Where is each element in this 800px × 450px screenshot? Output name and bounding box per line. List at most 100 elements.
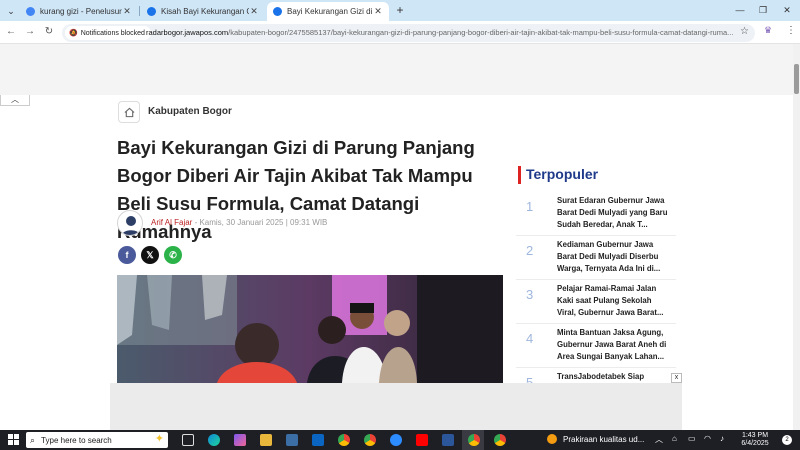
popular-headline[interactable]: Surat Edaran Gubernur Jawa Barat Dedi Mu…: [557, 195, 669, 231]
youtube-icon[interactable]: [416, 434, 428, 446]
menu-kebab-icon[interactable]: ⋮: [786, 25, 796, 36]
article-byline: Arif Al Fajar - Kamis, 30 Januari 2025 |…: [151, 218, 327, 227]
close-tab-icon[interactable]: ✕: [373, 6, 383, 17]
edge-icon[interactable]: [208, 434, 220, 446]
globe-favicon-icon: [273, 7, 282, 16]
popular-headline[interactable]: Minta Bantuan Jaksa Agung, Gubernur Jawa…: [557, 327, 669, 363]
popular-rank: 3: [526, 287, 534, 302]
home-icon: [124, 107, 134, 117]
share-x-button[interactable]: 𝕏: [141, 246, 159, 264]
author-name[interactable]: Arif Al Fajar: [151, 218, 192, 227]
reload-icon[interactable]: ↻: [42, 25, 56, 39]
taskbar-clock[interactable]: 1:43 PM 6/4/2025: [738, 432, 772, 448]
url-path: /kabupaten-bogor/2475585137/bayi-kekuran…: [228, 28, 734, 37]
tab-search-icon[interactable]: ⌄: [4, 4, 18, 18]
taskbar-search-placeholder: Type here to search: [41, 435, 112, 445]
photo-scene: [117, 275, 503, 383]
popular-rank: 1: [526, 199, 534, 214]
browser-toolbar: ← → ↻ 🔕 Notifications blocked radarbogor…: [0, 21, 800, 44]
popular-item[interactable]: 4 Minta Bantuan Jaksa Agung, Gubernur Ja…: [516, 325, 676, 368]
popular-item[interactable]: 2 Kediaman Gubernur Jawa Barat Dedi Muly…: [516, 237, 676, 280]
url-host: radarbogor.jawapos.com: [146, 28, 229, 37]
file-explorer-icon[interactable]: [260, 434, 272, 446]
minimize-icon[interactable]: —: [733, 3, 747, 17]
weather-text: Prakiraan kualitas ud...: [563, 434, 645, 444]
article-title: Bayi Kekurangan Gizi di Parung Panjang B…: [117, 137, 475, 242]
search-icon: ⌕: [30, 434, 36, 445]
windows-start-icon[interactable]: [8, 434, 20, 446]
tray-network-icon[interactable]: ⌂: [672, 434, 677, 443]
section-accent-bar: [518, 166, 521, 184]
close-ad-button[interactable]: x: [671, 373, 682, 383]
copilot-icon[interactable]: [234, 434, 246, 446]
share-facebook-button[interactable]: f: [118, 246, 136, 264]
weather-sun-icon: [547, 434, 557, 444]
popular-headline[interactable]: Pelajar Ramai-Ramai Jalan Kaki saat Pula…: [557, 283, 669, 319]
home-breadcrumb-button[interactable]: [118, 101, 140, 123]
tab-title: Bayi Kekurangan Gizi di Parung: [287, 7, 373, 16]
tray-wifi-icon[interactable]: ◠: [704, 434, 711, 443]
restore-icon[interactable]: ❐: [756, 3, 770, 17]
copilot-sparkle-icon[interactable]: ✦: [155, 432, 164, 445]
bottom-ad-slot: [110, 383, 682, 430]
tray-volume-icon[interactable]: ♪: [720, 434, 724, 443]
notification-count-badge[interactable]: 2: [782, 435, 792, 445]
page-scrollbar[interactable]: [793, 44, 800, 430]
bookmark-star-icon[interactable]: ☆: [740, 26, 749, 37]
popular-rank: 4: [526, 331, 534, 346]
tray-chevron-up-icon[interactable]: ︿: [655, 434, 663, 445]
facebook-icon: f: [125, 250, 129, 260]
chrome-active-icon[interactable]: [468, 434, 480, 446]
close-tab-icon[interactable]: ✕: [122, 6, 132, 17]
tab-bayi-kekurangan-active[interactable]: Bayi Kekurangan Gizi di Parung ✕: [267, 2, 389, 21]
notifications-blocked-label: Notifications blocked: [80, 29, 145, 37]
popular-headline[interactable]: TransJabodetabek Siap: [557, 371, 669, 383]
forward-icon[interactable]: →: [23, 25, 37, 39]
clock-time: 1:43 PM: [741, 432, 769, 439]
extension-icon[interactable]: ♛: [764, 25, 772, 36]
popular-item[interactable]: 3 Pelajar Ramai-Ramai Jalan Kaki saat Pu…: [516, 281, 676, 324]
whatsapp-icon: ✆: [169, 249, 177, 260]
word-icon[interactable]: [442, 434, 454, 446]
popular-item[interactable]: 1 Surat Edaran Gubernur Jawa Barat Dedi …: [516, 193, 676, 236]
weather-widget[interactable]: Prakiraan kualitas ud...: [547, 434, 644, 444]
share-whatsapp-button[interactable]: ✆: [164, 246, 182, 264]
chrome-icon[interactable]: [338, 434, 350, 446]
publish-date: - Kamis, 30 Januari 2025 | 09:31 WIB: [192, 218, 328, 227]
tab-title: Kisah Bayi Kekurangan Gizi di P: [161, 7, 249, 16]
address-bar[interactable]: 🔕 Notifications blocked radarbogor.jawap…: [62, 24, 755, 42]
store-icon[interactable]: [286, 434, 298, 446]
notifications-blocked-chip[interactable]: 🔕 Notifications blocked: [65, 26, 151, 40]
breadcrumb-category[interactable]: Kabupaten Bogor: [148, 106, 232, 117]
close-tab-icon[interactable]: ✕: [249, 6, 259, 17]
clock-date: 6/4/2025: [741, 440, 769, 447]
tab-google-search[interactable]: kurang gizi - Penelusuran Goog ✕: [20, 2, 138, 21]
back-icon[interactable]: ←: [4, 25, 18, 39]
google-favicon-icon: [26, 7, 35, 16]
tab-strip: ⌄ kurang gizi - Penelusuran Goog ✕ Kisah…: [0, 0, 800, 21]
x-icon: 𝕏: [146, 249, 154, 260]
tab-title: kurang gizi - Penelusuran Goog: [40, 7, 122, 16]
close-window-icon[interactable]: ✕: [780, 3, 794, 17]
author-avatar[interactable]: [117, 210, 143, 236]
collapse-ad-button[interactable]: ︿: [0, 95, 30, 106]
new-tab-button[interactable]: +: [393, 3, 407, 17]
top-ad-slot: [0, 44, 793, 95]
tab-separator: [139, 6, 140, 16]
popular-rank: 2: [526, 243, 534, 258]
chrome-second-icon[interactable]: [494, 434, 506, 446]
outlook-icon[interactable]: [312, 434, 324, 446]
scrollbar-thumb[interactable]: [794, 64, 799, 94]
taskbar-search-box[interactable]: ⌕ Type here to search ✦: [26, 432, 168, 448]
zoom-icon[interactable]: [390, 434, 402, 446]
task-view-icon[interactable]: [182, 434, 194, 446]
tab-kisah-bayi[interactable]: Kisah Bayi Kekurangan Gizi di P ✕: [141, 2, 265, 21]
globe-favicon-icon: [147, 7, 156, 16]
bell-off-icon: 🔕: [69, 30, 78, 37]
popular-heading: Terpopuler: [526, 166, 599, 182]
tray-battery-icon[interactable]: ▭: [688, 434, 696, 443]
url-text[interactable]: radarbogor.jawapos.com/kabupaten-bogor/2…: [146, 28, 736, 37]
popular-headline[interactable]: Kediaman Gubernur Jawa Barat Dedi Mulyad…: [557, 239, 669, 275]
article-photo: [117, 275, 503, 383]
chrome-profile-icon[interactable]: [364, 434, 376, 446]
